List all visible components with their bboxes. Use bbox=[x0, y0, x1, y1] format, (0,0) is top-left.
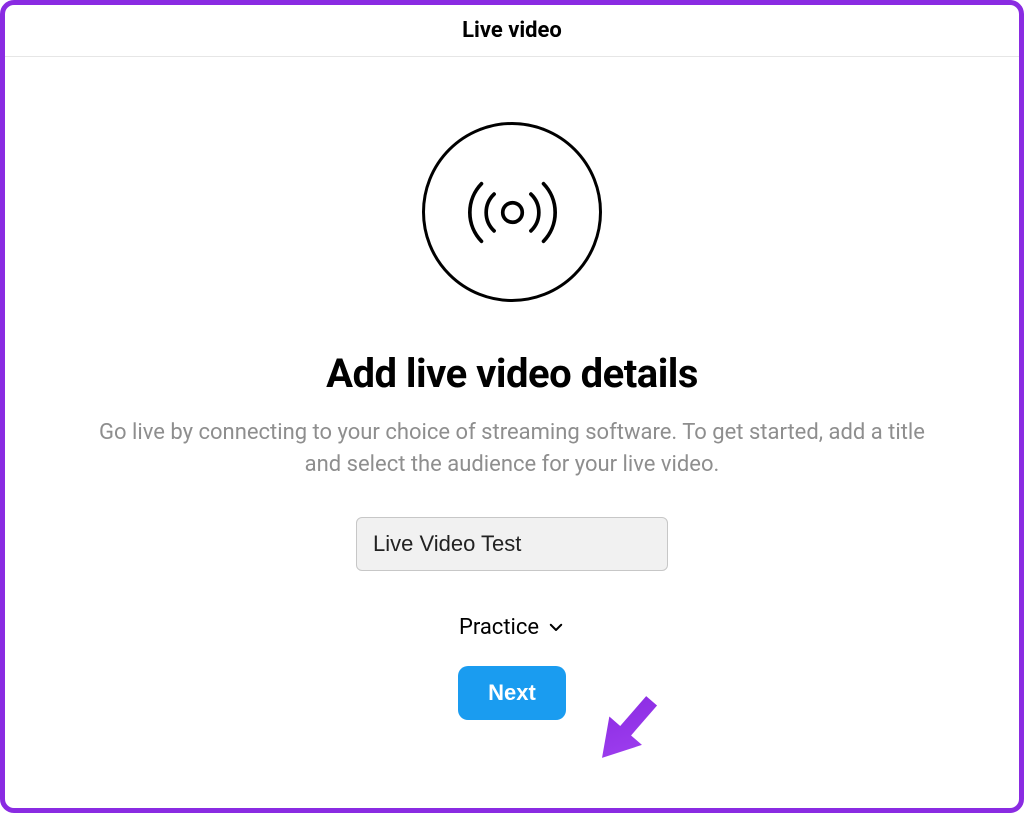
audience-selected-label: Practice bbox=[459, 615, 539, 640]
dialog-frame: Live video Add live video details Go liv… bbox=[0, 0, 1024, 813]
page-heading: Add live video details bbox=[326, 350, 698, 397]
live-title-input[interactable] bbox=[356, 517, 668, 571]
dialog-header: Live video bbox=[5, 5, 1019, 57]
next-button[interactable]: Next bbox=[458, 666, 566, 720]
dialog-title: Live video bbox=[462, 18, 562, 43]
chevron-down-icon bbox=[547, 618, 565, 636]
audience-selector[interactable]: Practice bbox=[459, 615, 565, 640]
live-broadcast-icon bbox=[422, 122, 602, 302]
page-description: Go live by connecting to your choice of … bbox=[82, 417, 942, 481]
dialog-content: Add live video details Go live by connec… bbox=[5, 57, 1019, 720]
